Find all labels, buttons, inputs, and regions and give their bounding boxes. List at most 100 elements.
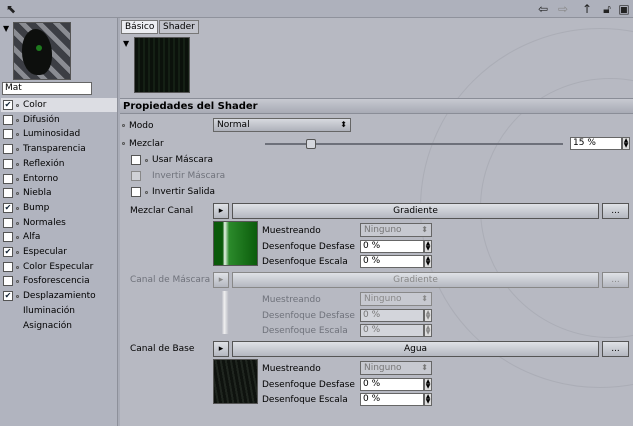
modo-dropdown[interactable]: Normal ⬍ <box>213 118 351 132</box>
shader-preview <box>134 37 190 93</box>
canal-base-escala-spinner[interactable]: ▲ ▼ <box>424 393 432 406</box>
channel-label: Niebla <box>23 188 52 199</box>
canal-mascara-menu-button[interactable]: ▸ <box>213 272 229 288</box>
bullet-icon <box>16 206 19 210</box>
channel-item[interactable]: Iluminación <box>1 304 117 318</box>
canal-base-escala-field[interactable]: 0 % <box>360 393 424 406</box>
channel-label: Color Especular <box>23 261 94 272</box>
bullet-icon <box>16 265 19 269</box>
bullet-icon <box>16 133 19 137</box>
canal-base-muestreo-dropdown[interactable]: Ninguno ⬍ <box>360 361 432 375</box>
channel-checkbox[interactable]: ✔ <box>3 100 13 110</box>
channel-item[interactable]: Entorno <box>1 172 117 186</box>
canal-base-shader-button[interactable]: Agua <box>232 341 599 357</box>
pin-icon[interactable]: ⬉ <box>4 2 18 16</box>
material-preview[interactable] <box>13 22 71 80</box>
arrow-right-icon[interactable]: ⇨ <box>556 2 570 16</box>
mezclar-canal-more-button[interactable]: ... <box>602 203 629 219</box>
channel-checkbox[interactable] <box>3 232 13 243</box>
mezclar-canal-desfase-spinner[interactable]: ▲ ▼ <box>424 240 432 253</box>
canal-mascara-preview <box>213 290 258 335</box>
collapse-triangle-icon[interactable]: ▼ <box>123 39 129 48</box>
channel-item[interactable]: Luminosidad <box>1 127 117 141</box>
mezclar-canal-escala-label: Desenfoque Escala <box>262 257 348 267</box>
channel-label: Especular <box>23 247 67 257</box>
canal-mascara-desfase-spinner[interactable]: ▲ ▼ <box>424 309 432 322</box>
usar-mascara-label: Usar Máscara <box>152 155 214 165</box>
invertir-mascara-checkbox[interactable] <box>131 171 141 181</box>
channel-checkbox[interactable]: ✔ <box>3 202 13 213</box>
arrow-left-icon[interactable]: ⇦ <box>536 2 550 16</box>
channel-checkbox[interactable] <box>3 173 13 184</box>
mezclar-value-field[interactable]: 15 % <box>570 137 622 150</box>
bullet-icon <box>16 104 19 107</box>
canal-mascara-muestreo-dropdown[interactable]: Ninguno ⬍ <box>360 292 432 306</box>
channel-checkbox[interactable] <box>3 158 13 169</box>
collapse-triangle-icon[interactable]: ▼ <box>3 24 9 33</box>
channel-item[interactable]: Asignación <box>1 319 117 333</box>
canal-mascara-shader-button[interactable]: Gradiente <box>232 272 599 288</box>
mezclar-canal-desfase-field[interactable]: 0 % <box>360 240 424 253</box>
mezclar-canal-muestreo-dropdown[interactable]: Ninguno ⬍ <box>360 223 432 237</box>
mezclar-slider-knob[interactable] <box>305 139 316 149</box>
channel-checkbox[interactable] <box>3 276 13 287</box>
channel-checkbox[interactable] <box>3 114 13 125</box>
channel-item[interactable]: Niebla <box>1 186 117 200</box>
usar-mascara-checkbox[interactable] <box>131 155 141 165</box>
channel-item[interactable]: ✔ Bump <box>1 201 117 215</box>
channel-item[interactable]: Fosforescencia <box>1 274 117 288</box>
channel-checkbox[interactable] <box>3 261 13 272</box>
shader-panel: Básico Shader ▼ Propiedades del Shader M… <box>120 18 633 426</box>
canal-base-muestreando-label: Muestreando <box>262 364 321 374</box>
channel-label: Luminosidad <box>23 129 81 140</box>
channel-item[interactable]: Normales <box>1 216 117 230</box>
mezclar-spinner[interactable]: ▲ ▼ <box>622 137 630 150</box>
canal-mascara-escala-field[interactable]: 0 % <box>360 324 424 337</box>
title-bar: ⬉ ⇦ ⇨ ↑ 🔓︎ ▣ <box>0 0 633 18</box>
invertir-salida-label: Invertir Salida <box>152 187 215 197</box>
canal-base-more-button[interactable]: ... <box>602 341 629 357</box>
mezclar-canal-escala-field[interactable]: 0 % <box>360 255 424 268</box>
mezclar-canal-shader-button[interactable]: Gradiente <box>232 203 599 219</box>
canal-base-desfase-field[interactable]: 0 % <box>360 378 424 391</box>
canal-mascara-escala-spinner[interactable]: ▲ ▼ <box>424 324 432 337</box>
lock-icon[interactable]: 🔓︎ <box>600 2 614 16</box>
pointer-icon[interactable]: ↑ <box>580 2 594 16</box>
modo-label: Modo <box>129 121 154 131</box>
channel-item[interactable]: Alfa <box>1 230 117 244</box>
channel-item[interactable]: ✔ Color <box>1 98 117 112</box>
channel-item[interactable]: Color Especular <box>1 260 117 274</box>
canal-mascara-desfase-label: Desenfoque Desfase <box>262 311 355 321</box>
invertir-salida-checkbox[interactable] <box>131 187 141 197</box>
canal-base-menu-button[interactable]: ▸ <box>213 341 229 357</box>
channel-item[interactable]: Transparencia <box>1 142 117 156</box>
channel-checkbox[interactable] <box>3 188 13 199</box>
bullet-icon <box>16 162 19 166</box>
channel-label: Iluminación <box>23 305 76 316</box>
channel-checkbox[interactable]: ✔ <box>3 247 13 257</box>
tab-basico[interactable]: Básico <box>121 20 159 34</box>
canal-mascara-label: Canal de Máscara <box>130 275 211 285</box>
channel-checkbox[interactable] <box>3 129 13 140</box>
mezclar-canal-escala-spinner[interactable]: ▲ ▼ <box>424 255 432 268</box>
canal-mascara-muestreando-label: Muestreando <box>262 295 321 305</box>
channel-item[interactable]: Difusión <box>1 113 117 127</box>
canal-mascara-desfase-field[interactable]: 0 % <box>360 309 424 322</box>
tab-shader[interactable]: Shader <box>159 20 199 34</box>
channel-item[interactable]: ✔ Especular <box>1 245 117 259</box>
material-name-field[interactable]: Mat <box>2 82 92 95</box>
canal-base-desfase-label: Desenfoque Desfase <box>262 380 355 390</box>
channel-checkbox[interactable] <box>3 144 13 155</box>
channel-label: Fosforescencia <box>23 276 90 287</box>
channel-item[interactable]: Reflexión <box>1 157 117 171</box>
channel-item[interactable]: ✔ Desplazamiento <box>1 289 117 303</box>
channel-label: Entorno <box>23 173 59 184</box>
canal-mascara-more-button[interactable]: ... <box>602 272 629 288</box>
window-icon[interactable]: ▣ <box>617 2 631 16</box>
bullet-icon <box>16 148 19 152</box>
channel-checkbox[interactable] <box>3 217 13 228</box>
bullet-icon <box>16 251 19 254</box>
mezclar-canal-menu-button[interactable]: ▸ <box>213 203 229 219</box>
channel-checkbox[interactable]: ✔ <box>3 291 13 302</box>
canal-base-desfase-spinner[interactable]: ▲ ▼ <box>424 378 432 391</box>
